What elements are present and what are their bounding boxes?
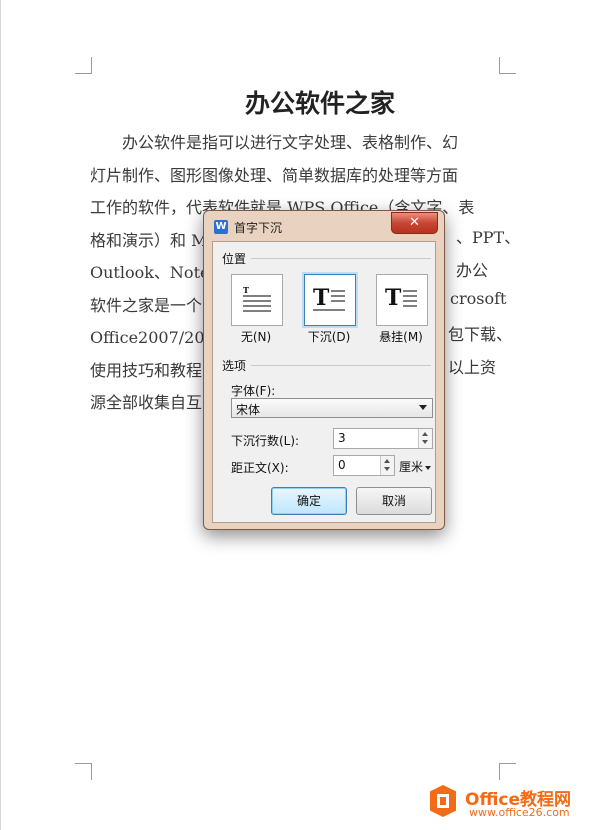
text-line-icon [243, 300, 271, 302]
chevron-down-icon [419, 405, 427, 410]
increment-arrow-icon[interactable] [422, 432, 428, 436]
options-section-label: 选项 [222, 359, 247, 373]
margin-corner-bottom-right [499, 763, 516, 780]
watermark-url: www.office26.com [469, 806, 570, 819]
section-divider [251, 258, 431, 259]
text-line-icon [331, 295, 345, 297]
stepper-buttons[interactable] [418, 429, 432, 448]
page-edge [0, 0, 1, 830]
section-divider [251, 365, 431, 366]
wps-app-icon: W [214, 220, 228, 234]
dialog-titlebar[interactable]: W 首字下沉 ✕ [204, 211, 444, 241]
text-line-icon [403, 290, 417, 292]
office-logo-inner-icon [437, 794, 449, 808]
distance-value[interactable]: 0 [338, 458, 346, 472]
cancel-button[interactable]: 取消 [356, 487, 432, 515]
stepper-buttons[interactable] [380, 456, 394, 475]
document-fragment[interactable]: 包下载、 [448, 321, 512, 345]
increment-arrow-icon[interactable] [384, 459, 390, 463]
text-line-icon [403, 295, 417, 297]
margin-corner-top-right [499, 57, 516, 74]
position-none-option[interactable]: T [231, 274, 283, 326]
position-hanging-option[interactable]: T [376, 274, 428, 326]
font-label: 字体(F): [231, 384, 276, 398]
decrement-arrow-icon[interactable] [422, 440, 428, 444]
drop-lines-value[interactable]: 3 [338, 431, 346, 445]
dialog-content: 位置 T 无(N) T 下沉(D) T 悬挂(M) 选项 字体(F): 宋体 下… [212, 241, 436, 523]
text-line-icon [243, 310, 271, 312]
document-line[interactable]: 灯片制作、图形图像处理、简单数据库的处理等方面 [90, 160, 500, 193]
text-line-icon [331, 300, 345, 302]
drop-lines-label: 下沉行数(L): [231, 434, 300, 448]
drop-cap-dialog: W 首字下沉 ✕ 位置 T 无(N) T 下沉(D) T 悬挂(M) 选项 字体… [203, 210, 445, 530]
text-line-icon [403, 305, 417, 307]
position-none-label[interactable]: 无(N) [226, 328, 286, 345]
document-line[interactable]: 办公软件是指可以进行文字处理、表格制作、幻 [90, 127, 500, 160]
unit-dropdown[interactable]: 厘米 [399, 458, 432, 475]
margin-corner-top-left [75, 57, 92, 74]
document-fragment[interactable]: 以上资 [448, 354, 496, 378]
dialog-title: 首字下沉 [234, 221, 283, 235]
font-select[interactable]: 宋体 [231, 398, 433, 418]
distance-label: 距正文(X): [231, 461, 289, 475]
chevron-down-icon [425, 465, 432, 470]
text-line-icon [243, 295, 271, 297]
position-section-label: 位置 [222, 252, 247, 266]
position-hanging-label[interactable]: 悬挂(M) [371, 328, 431, 345]
decrement-arrow-icon[interactable] [384, 467, 390, 471]
text-line-icon [331, 290, 345, 292]
letter-glyph-icon: T [385, 285, 402, 311]
distance-stepper[interactable]: 0 [333, 455, 395, 476]
position-drop-option[interactable]: T [304, 274, 356, 326]
unit-value: 厘米 [399, 460, 424, 474]
drop-lines-stepper[interactable]: 3 [333, 428, 433, 449]
document-fragment[interactable]: crosoft [450, 289, 506, 308]
text-line-icon [403, 300, 417, 302]
document-title[interactable]: 办公软件之家 [0, 84, 590, 120]
position-drop-label[interactable]: 下沉(D) [299, 328, 359, 345]
letter-glyph-icon: T [313, 285, 330, 311]
ok-button[interactable]: 确定 [271, 487, 347, 515]
text-line-icon [313, 309, 345, 311]
document-fragment[interactable]: 、PPT、 [456, 224, 520, 248]
close-button[interactable]: ✕ [391, 212, 438, 234]
letter-glyph-icon: T [243, 285, 249, 295]
document-fragment[interactable]: 办公 [456, 257, 488, 281]
font-select-value: 宋体 [236, 403, 261, 417]
text-line-icon [243, 305, 271, 307]
margin-corner-bottom-left [75, 763, 92, 780]
